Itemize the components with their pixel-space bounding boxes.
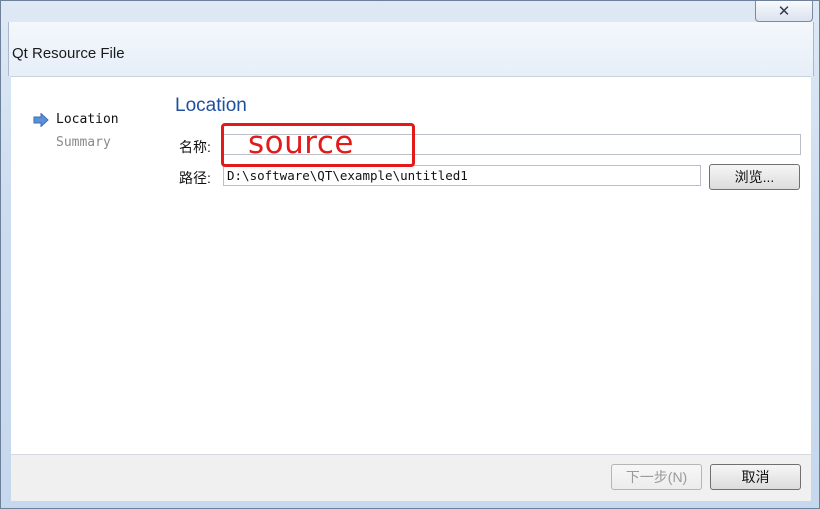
sidebar-item-summary: Summary — [56, 135, 111, 150]
title-band — [8, 22, 814, 76]
sidebar-item-location: Location — [56, 112, 119, 127]
name-label: 名称: — [179, 139, 211, 155]
annotation-text: source — [248, 125, 354, 161]
window-title: Qt Resource File — [12, 45, 125, 62]
close-icon: ✕ — [777, 2, 791, 20]
arrow-right-icon — [33, 113, 49, 127]
path-input[interactable]: D:\software\QT\example\untitled1 — [223, 165, 701, 186]
cancel-button[interactable]: 取消 — [710, 464, 801, 490]
close-button[interactable]: ✕ — [755, 1, 813, 22]
next-button[interactable]: 下一步(N) — [611, 464, 702, 490]
dialog-window: ✕ Qt Resource File Location Summary Loca… — [0, 0, 820, 509]
page-title: Location — [175, 95, 247, 116]
browse-button[interactable]: 浏览... — [709, 164, 800, 190]
path-label: 路径: — [179, 170, 211, 186]
